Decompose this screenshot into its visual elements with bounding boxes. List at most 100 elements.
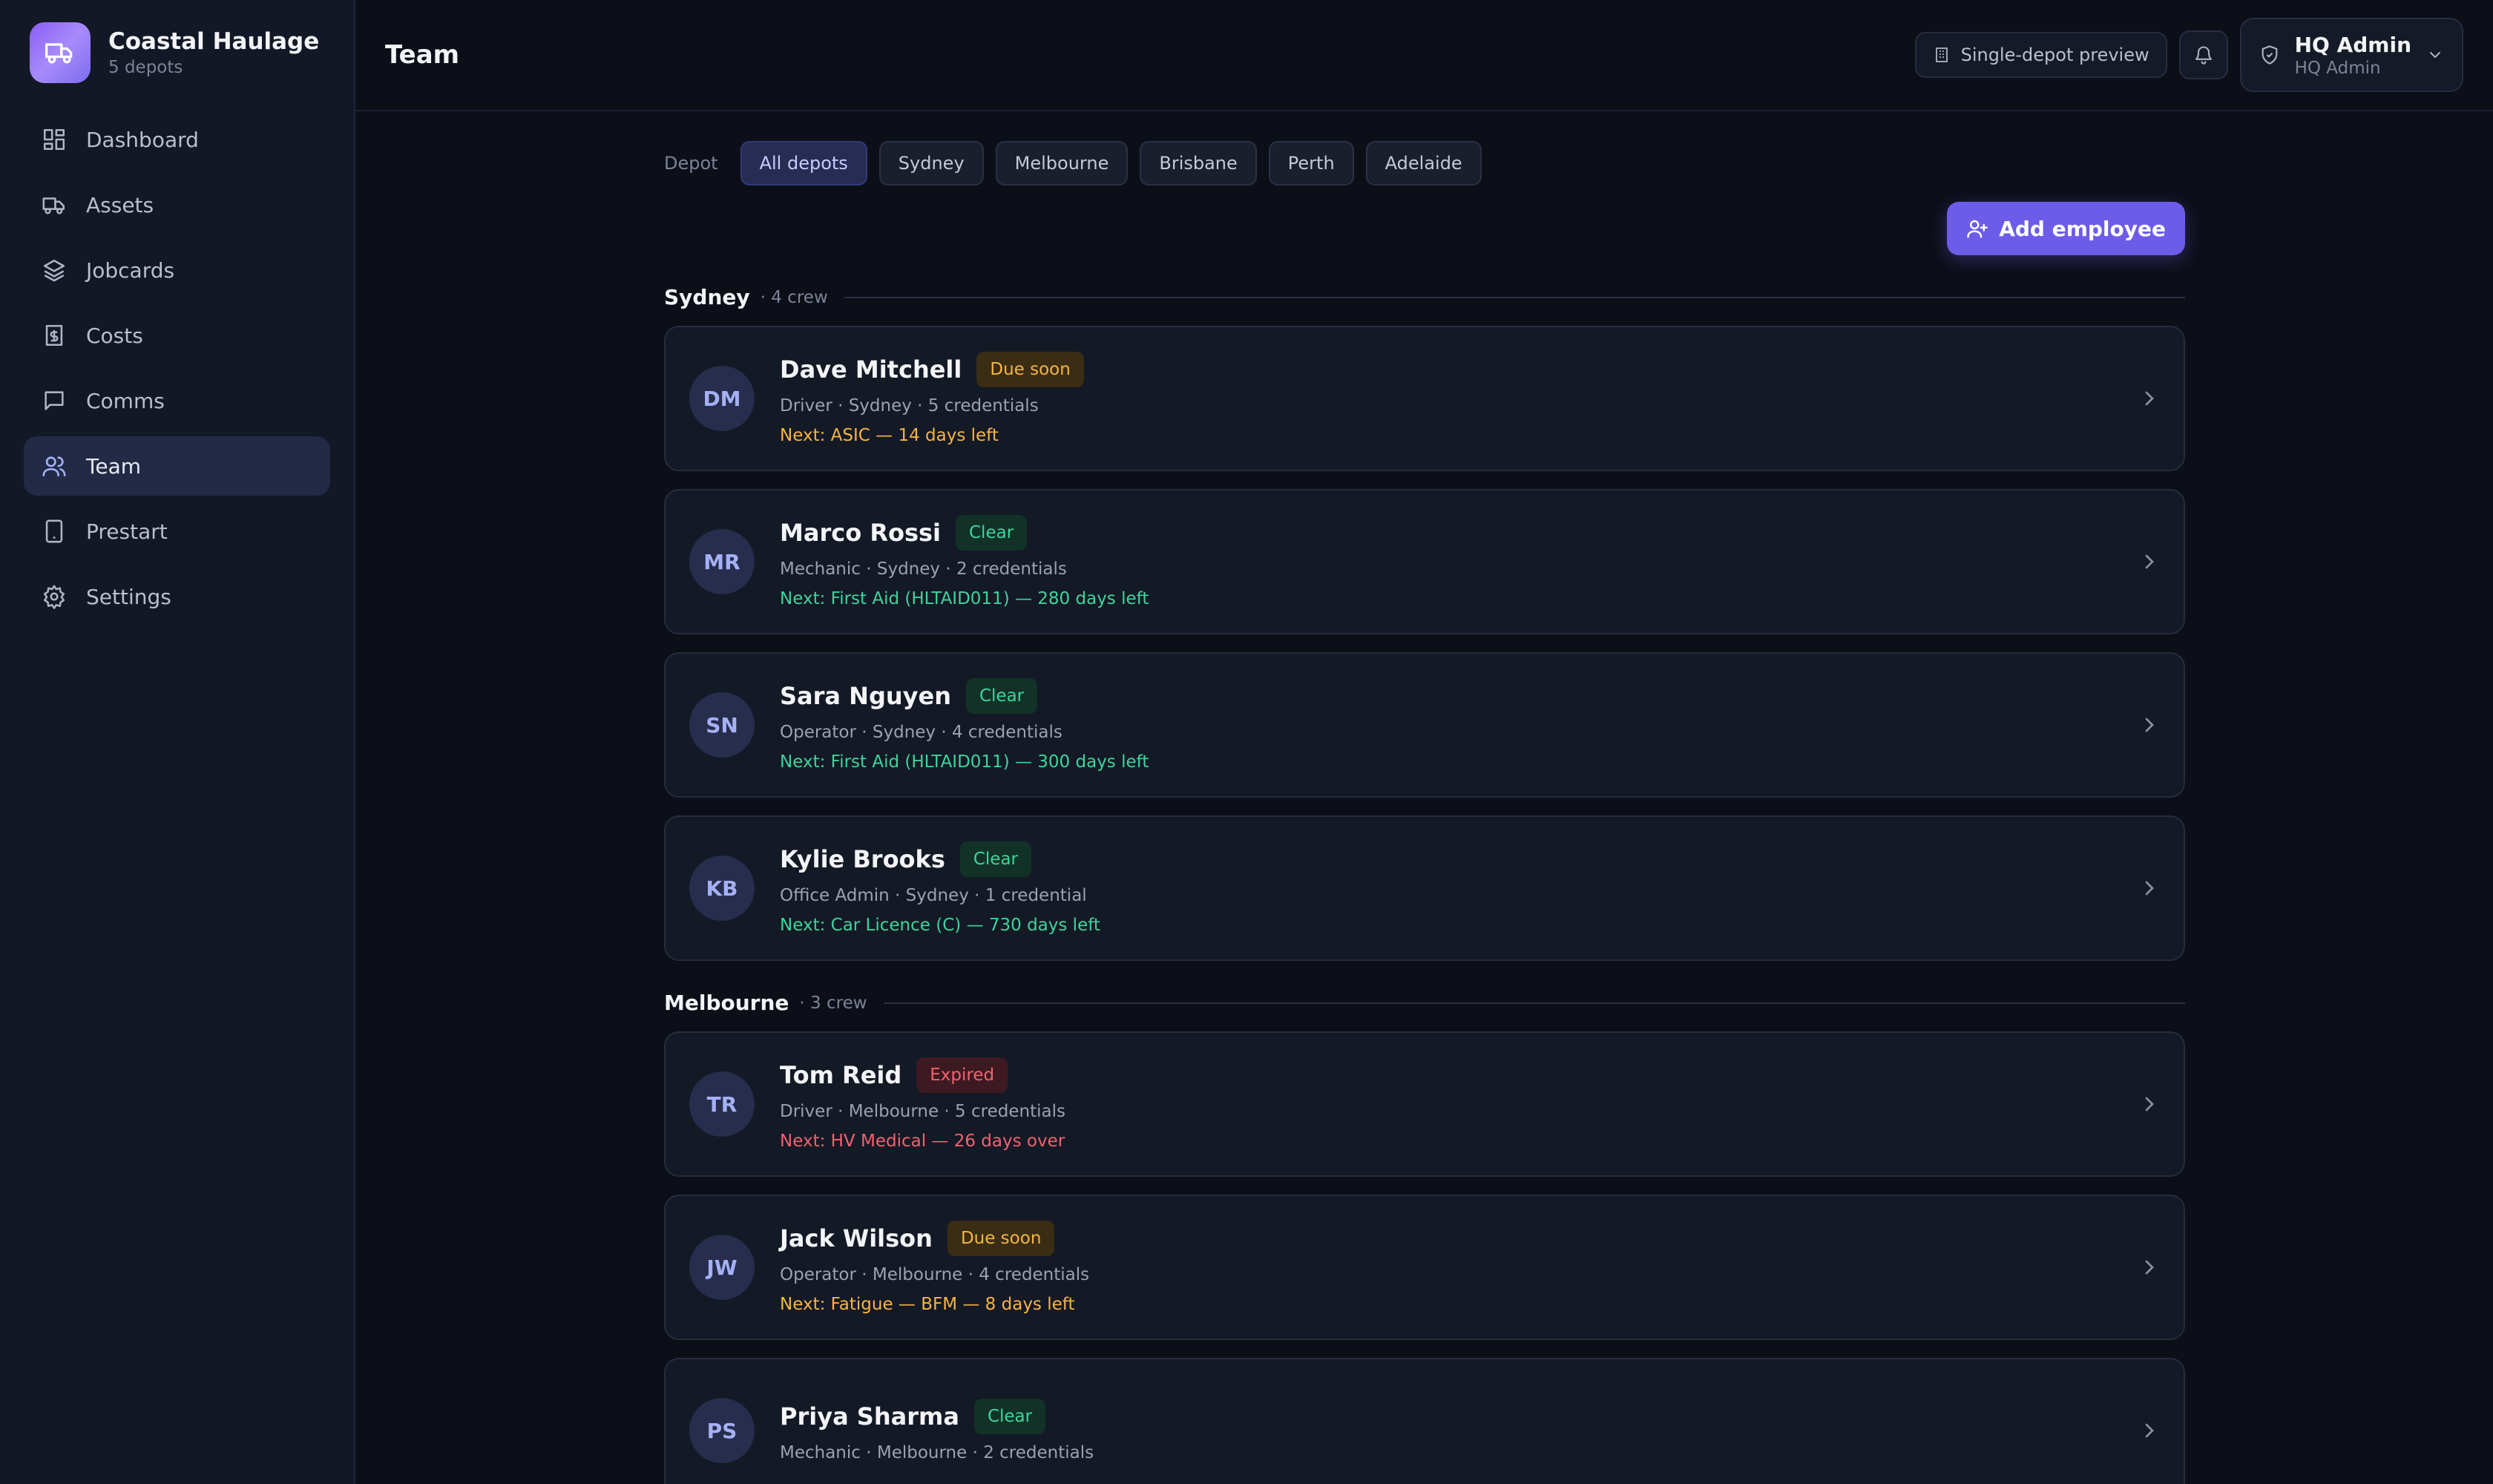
user-role: HQ Admin [2294, 58, 2381, 78]
employee-meta: Mechanic · Sydney · 2 credentials [780, 559, 1067, 579]
employee-card[interactable]: KB Kylie Brooks Clear Office Admin · Syd… [664, 815, 2185, 961]
depot-filter-label: Depot [664, 153, 718, 174]
sidebar-item-label: Costs [86, 323, 143, 348]
employee-meta: Driver · Melbourne · 5 credentials [780, 1102, 1065, 1121]
top-actions: Single-depot preview HQ Admin HQ Admin [1914, 18, 2463, 92]
topbar: Team Single-depot preview HQ Admin HQ Ad… [355, 0, 2493, 111]
employee-meta: Operator · Sydney · 4 credentials [780, 723, 1062, 742]
depot-chip-melbourne[interactable]: Melbourne [995, 141, 1129, 186]
avatar: PS [689, 1398, 755, 1463]
group-count: · 4 crew [760, 287, 828, 307]
team-toolbar: Add employee [664, 202, 2185, 255]
receipt-icon [45, 324, 63, 347]
group-divider [844, 296, 2185, 298]
depot-filter: Depot All depots Sydney Melbourne Brisba… [664, 141, 2185, 186]
tablet-icon [45, 519, 63, 543]
depot-chip-adelaide[interactable]: Adelaide [1365, 141, 1482, 186]
employee-card[interactable]: PS Priya Sharma Clear Mechanic · Melbour… [664, 1358, 2185, 1484]
employee-card[interactable]: SN Sara Nguyen Clear Operator · Sydney ·… [664, 652, 2185, 798]
employee-card[interactable]: DM Dave Mitchell Due soon Driver · Sydne… [664, 326, 2185, 471]
dashboard-icon [43, 128, 65, 151]
notifications-button[interactable] [2178, 30, 2228, 79]
sidebar-item-label: Settings [86, 584, 171, 609]
depot-chip-sydney[interactable]: Sydney [878, 141, 984, 186]
sidebar-item-label: Team [86, 453, 142, 479]
employee-card[interactable]: MR Marco Rossi Clear Mechanic · Sydney ·… [664, 489, 2185, 634]
sidebar-item-comms[interactable]: Comms [24, 371, 330, 430]
building-icon [1935, 47, 1948, 62]
next-credential: Next: Fatigue — BFM — 8 days left [780, 1295, 1075, 1314]
group-header-melbourne: Melbourne · 3 crew [664, 991, 2185, 1015]
chevron-right-icon [2145, 881, 2154, 896]
user-plus-icon [1967, 220, 1988, 238]
employee-name: Priya Sharma [780, 1402, 959, 1431]
user-menu-button[interactable]: HQ Admin HQ Admin [2239, 18, 2463, 92]
depot-chip-brisbane[interactable]: Brisbane [1140, 141, 1257, 186]
employee-card[interactable]: JW Jack Wilson Due soon Operator · Melbo… [664, 1195, 2185, 1340]
depot-chip-all[interactable]: All depots [740, 141, 867, 186]
status-badge: Clear [959, 841, 1032, 877]
employee-name: Kylie Brooks [780, 845, 945, 873]
chevron-right-icon [2145, 718, 2154, 732]
main-area: Team Single-depot preview HQ Admin HQ Ad… [355, 0, 2493, 1484]
employee-meta: Operator · Melbourne · 4 credentials [780, 1265, 1090, 1284]
sidebar-item-label: Comms [86, 388, 165, 413]
chevron-right-icon [2145, 1423, 2154, 1438]
avatar: DM [689, 366, 755, 431]
add-employee-button[interactable]: Add employee [1947, 202, 2185, 255]
employee-name: Dave Mitchell [780, 355, 962, 384]
app-shell: Coastal Haulage 5 depots Dashboard Asset… [0, 0, 2493, 1484]
employee-name: Tom Reid [780, 1061, 902, 1089]
group-divider [883, 1002, 2185, 1004]
status-badge: Expired [916, 1057, 1008, 1093]
single-depot-preview-button[interactable]: Single-depot preview [1914, 32, 2167, 78]
avatar: SN [689, 692, 755, 758]
sidebar-nav: Dashboard Assets Jobcards Costs Comms Te… [24, 110, 330, 626]
preview-label: Single-depot preview [1960, 45, 2149, 65]
sidebar-item-label: Dashboard [86, 127, 199, 152]
chevron-right-icon [2145, 391, 2154, 406]
avatar: KB [689, 856, 755, 921]
chevron-right-icon [2145, 1097, 2154, 1112]
sidebar-item-settings[interactable]: Settings [24, 567, 330, 626]
sidebar-item-assets[interactable]: Assets [24, 175, 330, 234]
bell-icon [2195, 46, 2212, 65]
sidebar-item-label: Prestart [86, 519, 168, 544]
user-name: HQ Admin [2294, 32, 2411, 57]
brand-subtitle: 5 depots [108, 58, 183, 77]
depot-chip-perth[interactable]: Perth [1268, 141, 1354, 186]
gear-icon [43, 585, 65, 609]
chevron-right-icon [2145, 554, 2154, 569]
sidebar-item-costs[interactable]: Costs [24, 306, 330, 365]
chevron-down-icon [2430, 52, 2440, 59]
status-badge: Clear [973, 1399, 1046, 1434]
next-credential: Next: First Aid (HLTAID011) — 280 days l… [780, 589, 1149, 608]
group-name: Melbourne [664, 991, 789, 1015]
shield-check-icon [2262, 45, 2277, 65]
sidebar-item-label: Assets [86, 192, 154, 217]
avatar: JW [689, 1235, 755, 1300]
avatar: MR [689, 529, 755, 594]
avatar: TR [689, 1071, 755, 1137]
brand[interactable]: Coastal Haulage 5 depots [24, 22, 330, 83]
group-name: Sydney [664, 285, 750, 309]
employee-meta: Driver · Sydney · 5 credentials [780, 396, 1039, 416]
group-count: · 3 crew [799, 993, 867, 1013]
employee-card[interactable]: TR Tom Reid Expired Driver · Melbourne ·… [664, 1031, 2185, 1177]
sidebar-item-label: Jobcards [86, 257, 175, 283]
users-icon [42, 456, 66, 477]
employee-name: Jack Wilson [780, 1224, 933, 1252]
employee-meta: Office Admin · Sydney · 1 credential [780, 886, 1087, 905]
message-icon [45, 391, 64, 410]
next-credential: Next: ASIC — 14 days left [780, 426, 999, 445]
truck-logo-icon [30, 22, 91, 83]
employee-name: Marco Rossi [780, 519, 941, 547]
sidebar-item-jobcards[interactable]: Jobcards [24, 240, 330, 300]
status-badge: Due soon [976, 352, 1084, 387]
sidebar-item-dashboard[interactable]: Dashboard [24, 110, 330, 169]
next-credential: Next: HV Medical — 26 days over [780, 1132, 1065, 1151]
add-employee-label: Add employee [1999, 216, 2166, 241]
employee-meta: Mechanic · Melbourne · 2 credentials [780, 1443, 1094, 1462]
sidebar-item-prestart[interactable]: Prestart [24, 502, 330, 561]
sidebar-item-team[interactable]: Team [24, 436, 330, 496]
